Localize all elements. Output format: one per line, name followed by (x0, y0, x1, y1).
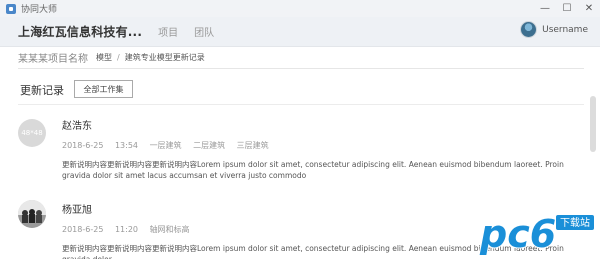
record-author: 杨亚旭 (62, 205, 92, 216)
app-name: 协同大师 (21, 5, 58, 15)
svg-text:下载站: 下载站 (560, 216, 590, 229)
title-bar: 协同大师 — ☐ ✕ (0, 0, 600, 17)
avatar-photo-icon (18, 200, 46, 228)
app-header: 上海红瓦信息科技有... 项目 团队 Username (0, 17, 600, 47)
pc6-watermark-logo: pc6 下载站 (478, 211, 594, 257)
record-date: 2018-6-25 (62, 225, 104, 234)
project-name: 某某某项目名称 (18, 54, 88, 65)
record-author: 赵浩东 (62, 121, 92, 132)
window-controls: — ☐ ✕ (534, 0, 600, 17)
record-meta: 2018-6-25 11:20 轴网和标高 (62, 224, 199, 235)
record-description: 更新说明内容更新说明内容更新说明内容Lorem ipsum dolor sit … (62, 160, 564, 180)
minimize-button[interactable]: — (534, 0, 556, 17)
username[interactable]: Username (542, 25, 588, 35)
close-button[interactable]: ✕ (578, 0, 600, 17)
breadcrumb-model-link[interactable]: 模型 (96, 52, 112, 63)
record-time: 11:20 (114, 225, 139, 234)
nav-item-projects[interactable]: 项目 (158, 24, 178, 39)
breadcrumb-separator: / (117, 53, 120, 62)
divider (18, 104, 584, 105)
avatar (18, 200, 46, 228)
record-date: 2018-6-25 (62, 141, 104, 150)
record-time: 13:54 (114, 141, 139, 150)
maximize-button[interactable]: ☐ (556, 0, 578, 17)
record-tag[interactable]: 一层建筑 (150, 141, 182, 150)
record-meta: 2018-6-25 13:54 一层建筑 二层建筑 三层建筑 (62, 140, 278, 151)
avatar: 48*48 (18, 119, 46, 147)
record-tag[interactable]: 轴网和标高 (150, 225, 190, 234)
svg-text:pc6: pc6 (479, 212, 556, 256)
scrollbar[interactable] (590, 96, 596, 152)
company-name[interactable]: 上海红瓦信息科技有... (18, 23, 142, 40)
page-title: 更新记录 (20, 84, 64, 97)
app-logo-icon (6, 3, 16, 14)
record-tag[interactable]: 二层建筑 (193, 141, 225, 150)
user-menu[interactable]: Username (520, 21, 588, 38)
breadcrumb: 某某某项目名称 模型 / 建筑专业模型更新记录 (18, 47, 584, 69)
breadcrumb-current: 建筑专业模型更新记录 (124, 53, 205, 62)
user-avatar[interactable] (520, 21, 538, 38)
nav-item-team[interactable]: 团队 (194, 24, 214, 39)
workset-filter-button[interactable]: 全部工作集 (74, 80, 133, 98)
record-tag[interactable]: 三层建筑 (237, 141, 269, 150)
